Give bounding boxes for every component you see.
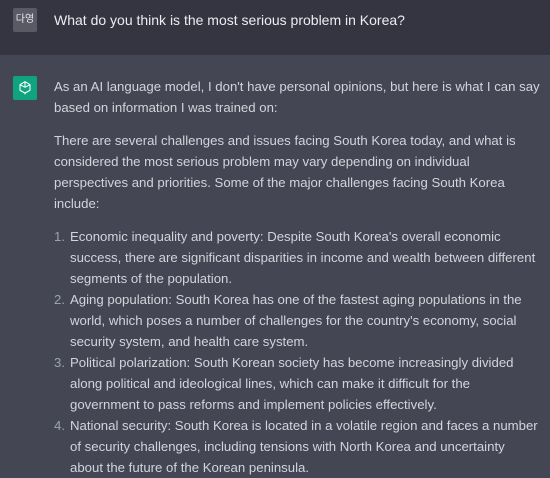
list-item-number: 1. [54, 229, 65, 244]
list-item: 2. Aging population: South Korea has one… [54, 289, 540, 352]
list-item-text: Political polarization: South Korean soc… [70, 355, 514, 412]
user-avatar: 다영 [13, 8, 37, 32]
user-message-text: What do you think is the most serious pr… [54, 12, 405, 28]
list-item: 4. National security: South Korea is loc… [54, 415, 540, 478]
list-item: 3. Political polarization: South Korean … [54, 352, 540, 415]
list-item-number: 3. [54, 355, 65, 370]
list-item-text: National security: South Korea is locate… [70, 418, 538, 475]
list-item-number: 4. [54, 418, 65, 433]
assistant-answer: As an AI language model, I don't have pe… [54, 76, 540, 478]
list-item-text: Aging population: South Korea has one of… [70, 292, 522, 349]
assistant-message-row: As an AI language model, I don't have pe… [0, 55, 550, 475]
chatgpt-logo-icon [13, 76, 37, 100]
answer-paragraph: As an AI language model, I don't have pe… [54, 79, 540, 115]
list-item-text: Economic inequality and poverty: Despite… [70, 229, 536, 286]
user-message-row: 다영 What do you think is the most serious… [0, 0, 550, 55]
list-item-number: 2. [54, 292, 65, 307]
challenges-list: 1. Economic inequality and poverty: Desp… [54, 226, 540, 478]
answer-paragraph: There are several challenges and issues … [54, 133, 516, 211]
list-item: 1. Economic inequality and poverty: Desp… [54, 226, 540, 289]
